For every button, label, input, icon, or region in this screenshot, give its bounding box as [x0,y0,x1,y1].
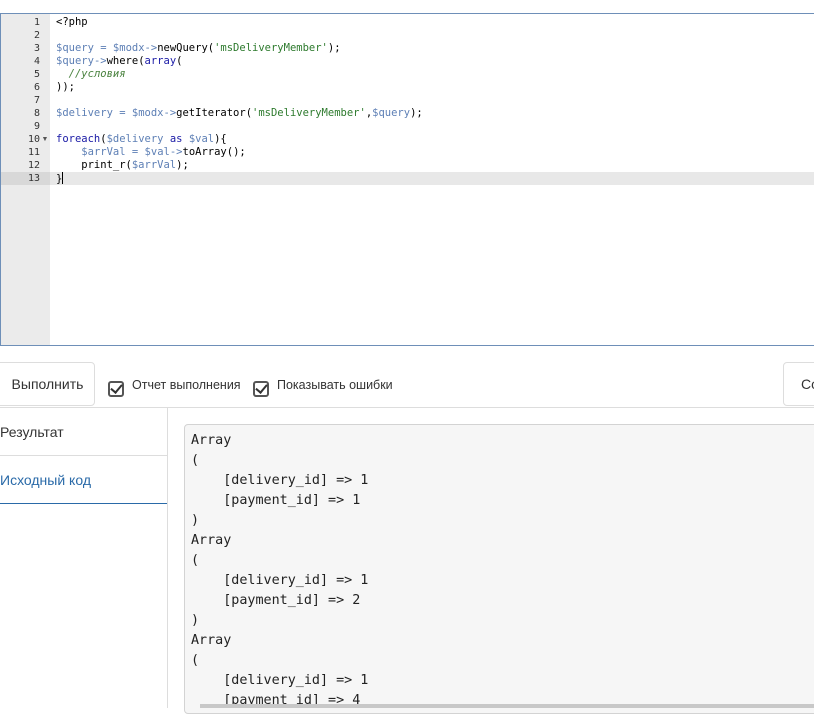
tab-source-code[interactable]: Исходный код [0,456,167,504]
execution-report-option[interactable]: Отчет выполнения [108,374,241,398]
code-line[interactable]: } [50,172,814,185]
show-errors-label: Показывать ошибки [277,378,393,392]
output-text: Array ( [delivery_id] => 1 [payment_id] … [191,433,369,708]
save-button[interactable]: Сохранить [783,362,814,406]
execution-report-label: Отчет выполнения [132,378,241,392]
line-number: 3 [33,43,40,54]
execution-report-checkbox[interactable] [108,381,124,397]
horizontal-scrollbar[interactable] [200,704,814,708]
line-number: 5 [33,69,40,80]
line-number: 4 [33,56,40,67]
show-errors-checkbox[interactable] [253,381,269,397]
line-number: 13 [1,172,50,185]
code-line[interactable]: <?php [56,16,814,29]
code-area[interactable]: <?php $query = $modx->newQuery('msDeliver… [50,14,814,345]
line-number-gutter: 1 2 3 4 5 6 7 8 9 10 ▼ 11 12 13 [1,14,50,345]
line-number: 2 [33,30,40,41]
code-line[interactable]: $query = $modx->newQuery('msDeliveryMemb… [56,42,814,55]
code-line[interactable]: $query->where(array( [56,55,814,68]
code-line[interactable]: foreach($delivery as $val){ [56,133,814,146]
show-errors-option[interactable]: Показывать ошибки [253,374,393,398]
line-number: 8 [33,108,40,119]
line-number: 7 [33,95,40,106]
output-panel: Array ( [delivery_id] => 1 [payment_id] … [184,424,814,714]
result-tabs: Результат Исходный код [0,408,168,708]
line-number: 6 [33,82,40,93]
code-line[interactable]: $arrVal = $val->toArray(); [56,146,814,159]
run-button[interactable]: Выполнить [0,362,95,406]
code-line[interactable]: print_r($arrVal); [56,159,814,172]
code-editor[interactable]: 1 2 3 4 5 6 7 8 9 10 ▼ 11 12 13 <?php $query = $modx->… [0,13,814,346]
line-number: 1 [33,17,40,28]
line-number: 9 [33,121,40,132]
code-line[interactable]: $delivery = $modx->getIterator('msDelive… [56,107,814,120]
line-number: 10 [27,134,40,145]
toolbar: Выполнить Отчет выполнения Показывать ош… [0,362,814,408]
tab-result[interactable]: Результат [0,408,167,456]
code-line[interactable] [56,120,814,133]
line-number: 11 [27,147,40,158]
code-line[interactable]: )); [56,81,814,94]
line-number: 12 [27,160,40,171]
code-line[interactable] [56,94,814,107]
code-line[interactable]: //условия [56,68,814,81]
fold-arrow-icon[interactable]: ▼ [41,133,49,146]
code-line[interactable] [56,29,814,42]
